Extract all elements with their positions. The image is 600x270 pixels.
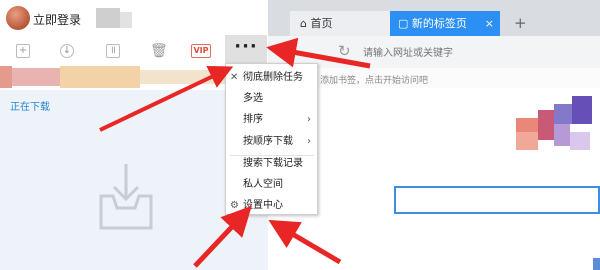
sidebar-item-downloading[interactable]: 正在下载 <box>10 98 50 113</box>
menu-item-label: 按顺序下载 <box>243 136 293 147</box>
menu-item-label: 设置中心 <box>243 200 283 211</box>
pause-icon[interactable]: ॥ <box>106 44 120 58</box>
menu-item-settings[interactable]: ⚙ 设置中心 <box>226 196 317 216</box>
home-icon: ⌂ <box>300 17 311 30</box>
menu-item-label: 私人空间 <box>243 179 283 190</box>
account-header: 立即登录 <box>0 0 268 36</box>
blurred-username <box>96 8 120 28</box>
tab-new-label: 新的标签页 <box>411 17 467 30</box>
new-tab-button[interactable]: + <box>514 14 527 32</box>
blurred-username-tail <box>120 12 132 28</box>
delete-icon[interactable]: 🗑 <box>150 44 168 58</box>
page-icon: ▢ <box>398 17 412 30</box>
app-window: 立即登录 + ↓ ॥ 🗑 VIP ··· 正在下载 ⌂ 首页 ▢ 新的标签页 ×… <box>0 0 600 270</box>
blurred-corner <box>593 258 600 270</box>
chevron-right-icon: › <box>307 136 311 147</box>
avatar[interactable] <box>6 6 30 30</box>
gear-icon: ⚙ <box>230 200 239 211</box>
menu-item-search-history[interactable]: 搜索下载记录 <box>226 154 317 174</box>
tab-bar: ⌂ 首页 ▢ 新的标签页 × + <box>268 0 600 36</box>
vip-badge[interactable]: VIP <box>191 44 211 58</box>
menu-item-sort[interactable]: 排序 › <box>226 110 317 130</box>
address-input[interactable] <box>363 44 593 62</box>
menu-item-multi-select[interactable]: 多选 <box>226 89 317 109</box>
login-link[interactable]: 立即登录 <box>33 11 81 28</box>
refresh-icon[interactable]: ↻ <box>338 42 351 60</box>
bookmark-hint: 添加书签，点击开始访问吧 <box>320 76 429 86</box>
menu-item-label: 多选 <box>243 93 263 104</box>
more-button[interactable]: ··· <box>225 35 267 63</box>
empty-inbox-icon <box>99 164 153 230</box>
menu-item-label: 排序 <box>243 114 263 125</box>
menu-item-label: 彻底删除任务 <box>243 72 303 83</box>
search-input[interactable] <box>394 186 600 214</box>
menu-item-private-space[interactable]: 私人空间 <box>226 175 317 195</box>
tab-close-icon[interactable]: × <box>485 11 494 36</box>
more-menu: ✕ 彻底删除任务 多选 排序 › 按顺序下载 › 搜索下载记录 私人空间 ⚙ 设… <box>225 63 318 215</box>
tab-home[interactable]: ⌂ 首页 <box>290 11 390 36</box>
tab-home-label: 首页 <box>310 17 333 30</box>
menu-item-sequential-download[interactable]: 按顺序下载 › <box>226 132 317 152</box>
chevron-right-icon: › <box>307 114 311 125</box>
menu-item-label: 搜索下载记录 <box>243 158 303 169</box>
menu-item-delete-task[interactable]: ✕ 彻底删除任务 <box>226 68 317 88</box>
tab-new[interactable]: ▢ 新的标签页 × <box>390 11 500 36</box>
close-icon: ✕ <box>230 72 239 83</box>
new-task-icon[interactable]: + <box>16 44 30 58</box>
start-download-icon[interactable]: ↓ <box>60 44 74 58</box>
